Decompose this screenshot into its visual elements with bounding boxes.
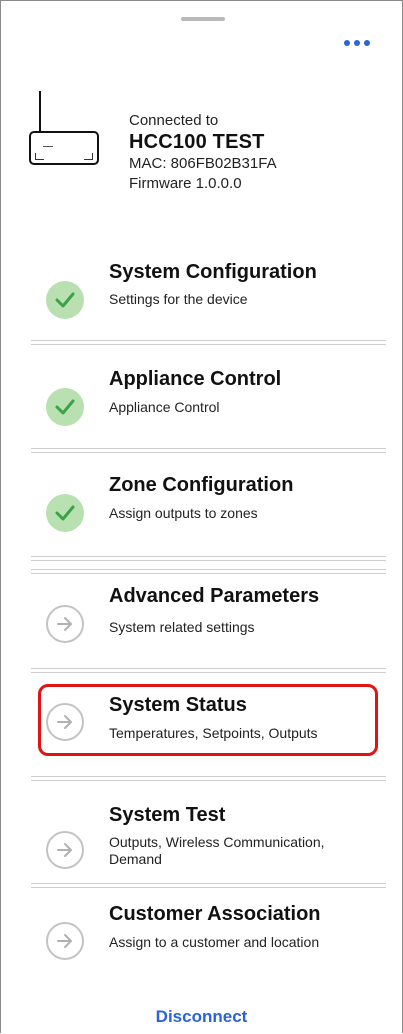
check-icon [46, 388, 84, 426]
menu-item-title: System Configuration [109, 261, 317, 283]
highlight-frame [38, 684, 378, 756]
arrow-right-circle-icon [46, 605, 84, 643]
menu-item-subtitle: System related settings [109, 619, 255, 635]
divider [31, 340, 386, 345]
divider [31, 776, 386, 781]
menu-item-title: Advanced Parameters [109, 585, 320, 607]
menu-item-title: System Test [109, 804, 226, 826]
disconnect-button[interactable]: Disconnect [1, 1007, 402, 1027]
menu-item-appliance-control[interactable]: Appliance Control Appliance Control [1, 356, 402, 456]
arrow-right-circle-icon [46, 831, 84, 869]
divider [31, 883, 386, 888]
connection-info: Connected to HCC100 TEST MAC: 806FB02B31… [129, 112, 277, 194]
menu-item-title: Appliance Control [109, 368, 282, 390]
bottom-sheet: Connected to HCC100 TEST MAC: 806FB02B31… [0, 0, 403, 1033]
more-options-icon[interactable] [340, 33, 374, 53]
check-icon [46, 281, 84, 319]
menu-item-subtitle: Appliance Control [109, 399, 220, 415]
divider [31, 448, 386, 453]
drag-handle[interactable] [181, 17, 225, 21]
menu-item-subtitle: Outputs, Wireless Communication, Demand [109, 834, 325, 867]
menu-item-title: Zone Configuration [109, 474, 294, 496]
menu-item-advanced-parameters[interactable]: Advanced Parameters System related setti… [1, 581, 402, 681]
menu-item-zone-configuration[interactable]: Zone Configuration Assign outputs to zon… [1, 464, 402, 564]
check-icon [46, 494, 84, 532]
menu-item-subtitle: Assign to a customer and location [109, 934, 320, 950]
divider [31, 569, 386, 574]
menu-item-title: Customer Association [109, 903, 321, 925]
device-mac: MAC: 806FB02B31FA [129, 155, 277, 172]
device-name: HCC100 TEST [129, 131, 265, 153]
menu-item-subtitle: Assign outputs to zones [109, 505, 258, 521]
divider [31, 668, 386, 673]
menu-item-subtitle: Settings for the device [109, 291, 248, 307]
connected-label: Connected to [129, 112, 219, 129]
menu-item-customer-association[interactable]: Customer Association Assign to a custome… [1, 899, 402, 999]
divider [31, 556, 386, 561]
device-firmware: Firmware 1.0.0.0 [129, 175, 242, 192]
arrow-right-circle-icon [46, 922, 84, 960]
menu-item-system-configuration[interactable]: System Configuration Settings for the de… [1, 251, 402, 351]
menu-item-system-test[interactable]: System Test Outputs, Wireless Communicat… [1, 792, 402, 892]
router-icon [29, 91, 101, 177]
